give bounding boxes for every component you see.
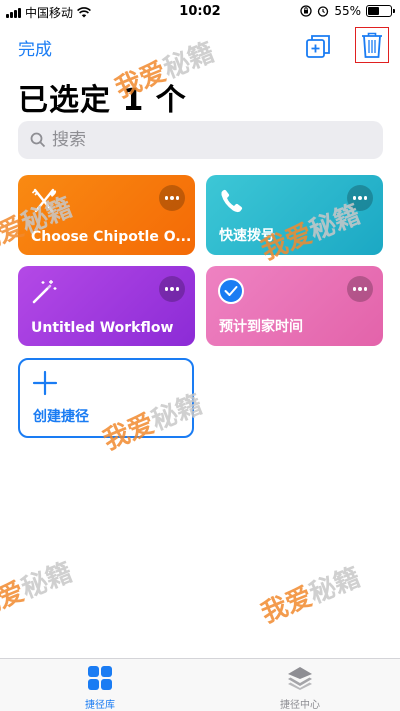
battery-fill [368, 7, 379, 15]
create-shortcut-button[interactable]: 创建捷径 [18, 358, 194, 438]
selected-checkmark[interactable] [218, 278, 244, 304]
layers-icon [288, 667, 312, 690]
watermark: 我爱秘籍 [257, 562, 365, 630]
battery-percent: 55% [334, 4, 361, 18]
shortcut-card[interactable]: 快速拨号 [206, 175, 383, 255]
more-button[interactable] [159, 276, 185, 302]
alarm-icon [318, 6, 329, 17]
trash-icon [362, 32, 382, 58]
fork-knife-icon [31, 188, 57, 213]
shortcut-label: Untitled Workflow [31, 320, 174, 336]
watermark: 我爱秘籍 [0, 557, 77, 625]
more-button[interactable] [159, 185, 185, 211]
tab-gallery-label: 捷径中心 [280, 700, 320, 711]
search-icon [30, 132, 46, 148]
shortcut-label: 预计到家时间 [219, 319, 303, 335]
shortcut-label: Choose Chipotle O... [31, 229, 191, 245]
duplicate-button[interactable] [304, 32, 332, 60]
create-shortcut-label: 创建捷径 [33, 409, 89, 425]
status-right: 55% [300, 4, 395, 18]
done-button[interactable]: 完成 [18, 35, 52, 60]
checkmark-icon [224, 286, 238, 296]
duplicate-icon [306, 35, 330, 58]
plus-icon [32, 370, 58, 396]
shortcut-card[interactable]: Untitled Workflow [18, 266, 195, 346]
magic-wand-icon [32, 280, 57, 304]
tab-library[interactable]: 捷径库 [40, 665, 160, 711]
more-button[interactable] [347, 185, 373, 211]
search-bar[interactable] [18, 121, 383, 159]
delete-button[interactable] [355, 27, 389, 63]
status-bar: 中国移动 10:02 55% [0, 0, 400, 24]
shortcut-label: 快速拨号 [219, 228, 275, 244]
tab-library-label: 捷径库 [85, 700, 115, 711]
more-button[interactable] [347, 276, 373, 302]
grid-icon [88, 666, 112, 690]
battery-icon [366, 5, 395, 17]
page-title: 已选定 1 个 [18, 83, 187, 118]
search-input[interactable] [52, 130, 352, 150]
shortcut-card[interactable]: 预计到家时间 [206, 266, 383, 346]
tab-bar: 捷径库 捷径中心 [0, 658, 400, 711]
phone-icon [221, 189, 243, 213]
tab-gallery[interactable]: 捷径中心 [240, 665, 360, 711]
orientation-lock-icon [300, 5, 312, 17]
shortcut-card[interactable]: Choose Chipotle O... [18, 175, 195, 255]
